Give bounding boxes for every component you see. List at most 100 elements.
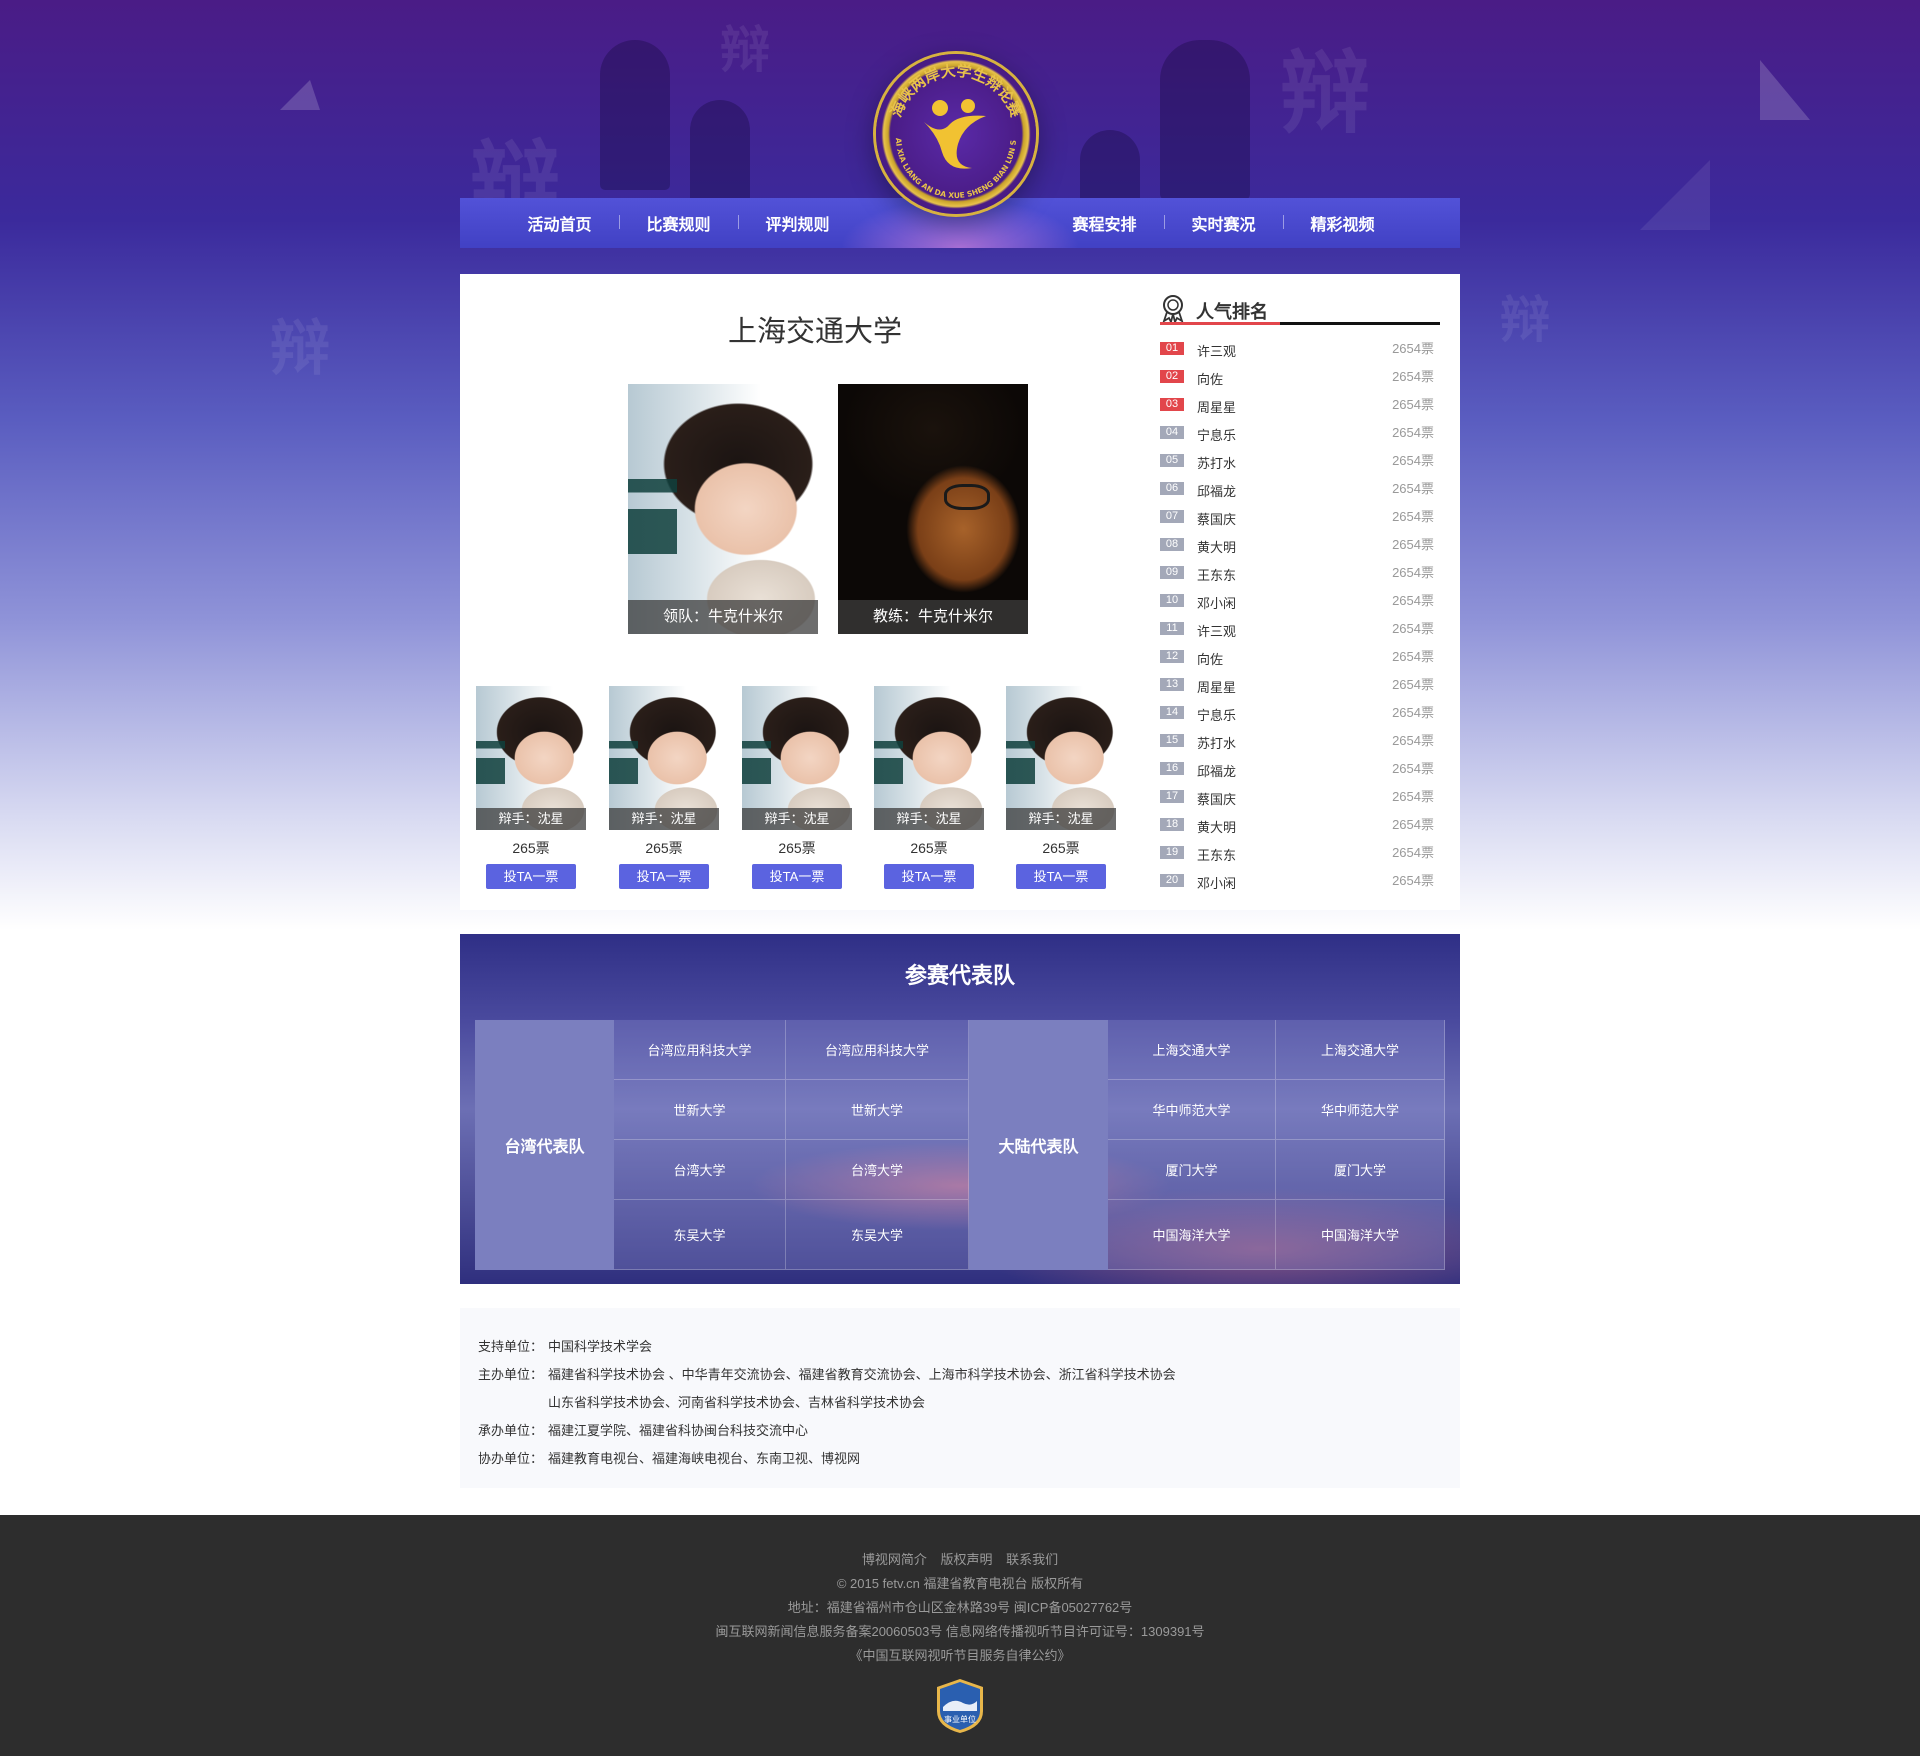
- nav-rules[interactable]: 比赛规则: [619, 211, 738, 235]
- team-cell[interactable]: 华中师范大学: [1276, 1080, 1445, 1140]
- nav-judging-rules[interactable]: 评判规则: [738, 211, 857, 235]
- bg-triangle: [1640, 160, 1710, 230]
- rank-number: 20: [1160, 874, 1184, 887]
- coach-photo[interactable]: 教练：牛克什米尔: [838, 384, 1028, 634]
- nav-live[interactable]: 实时赛况: [1164, 211, 1283, 235]
- ranking-item[interactable]: 04 宁息乐 2654票: [1160, 416, 1440, 444]
- event-logo[interactable]: 海峡两岸大学生辩论赛 HAI XIA LIANG AN DA XUE SHENG…: [876, 54, 1036, 214]
- rank-number: 15: [1160, 734, 1184, 747]
- vote-button[interactable]: 投TA一票: [884, 864, 974, 889]
- ranking-item[interactable]: 03 周星星 2654票: [1160, 388, 1440, 416]
- ranking-item[interactable]: 18 黄大明 2654票: [1160, 808, 1440, 836]
- team-cell[interactable]: 厦门大学: [1108, 1140, 1276, 1200]
- debater-figure-icon: [924, 99, 986, 169]
- team-cell[interactable]: 东吴大学: [614, 1200, 786, 1270]
- ranking-item[interactable]: 12 向佐 2654票: [1160, 640, 1440, 668]
- team-cell[interactable]: 中国海洋大学: [1108, 1200, 1276, 1270]
- team-cell[interactable]: 台湾应用科技大学: [786, 1020, 969, 1080]
- rank-name: 蔡国庆: [1197, 512, 1237, 527]
- rank-votes: 2654票: [1392, 397, 1434, 412]
- bg-glyph: 辩: [270, 314, 330, 384]
- vote-button[interactable]: 投TA一票: [486, 864, 576, 889]
- team-cell[interactable]: 上海交通大学: [1108, 1020, 1276, 1080]
- ranking-item[interactable]: 09 王东东 2654票: [1160, 556, 1440, 584]
- vote-button[interactable]: 投TA一票: [1016, 864, 1106, 889]
- rank-name: 苏打水: [1197, 736, 1237, 751]
- team-cell[interactable]: 上海交通大学: [1276, 1020, 1445, 1080]
- team-cell[interactable]: 厦门大学: [1276, 1140, 1445, 1200]
- bg-glyph: 辩: [1280, 40, 1370, 146]
- teams-grid: 台湾代表队 台湾应用科技大学 台湾应用科技大学 世新大学 世新大学 台湾大学 台…: [475, 1020, 1445, 1270]
- debater-photo[interactable]: 辩手：沈星: [742, 686, 852, 830]
- ranking-item[interactable]: 01 许三观 2654票: [1160, 332, 1440, 360]
- nav-home[interactable]: 活动首页: [500, 211, 619, 235]
- rank-name: 许三观: [1197, 624, 1237, 639]
- footer-link-copyright[interactable]: 版权声明: [940, 1552, 992, 1567]
- rank-name: 周星星: [1197, 400, 1237, 415]
- leader-photo[interactable]: 领队：牛克什米尔: [628, 384, 818, 634]
- vote-button[interactable]: 投TA一票: [752, 864, 842, 889]
- team-cell[interactable]: 台湾大学: [786, 1140, 969, 1200]
- debater-photo[interactable]: 辩手：沈星: [609, 686, 719, 830]
- ranking-item[interactable]: 02 向佐 2654票: [1160, 360, 1440, 388]
- ranking-item[interactable]: 17 蔡国庆 2654票: [1160, 780, 1440, 808]
- nav-schedule[interactable]: 赛程安排: [1045, 211, 1164, 235]
- debater-photo[interactable]: 辩手：沈星: [476, 686, 586, 830]
- debater-photo[interactable]: 辩手：沈星: [1006, 686, 1116, 830]
- team-cell[interactable]: 台湾大学: [614, 1140, 786, 1200]
- institution-badge-icon[interactable]: 事业单位: [935, 1677, 985, 1735]
- ranking-item[interactable]: 20 邓小闲 2654票: [1160, 864, 1440, 892]
- team-cell[interactable]: 华中师范大学: [1108, 1080, 1276, 1140]
- ranking-item[interactable]: 08 黄大明 2654票: [1160, 528, 1440, 556]
- debater-caption: 辩手：沈星: [1006, 808, 1116, 830]
- rank-number: 12: [1160, 650, 1184, 663]
- organizer-key: 承办单位：: [478, 1423, 544, 1438]
- assist-value: 福建教育电视台、福建海峡电视台、东南卫视、博视网: [548, 1451, 861, 1466]
- team-cell[interactable]: 世新大学: [614, 1080, 786, 1140]
- rank-name: 王东东: [1197, 848, 1237, 863]
- rank-name: 王东东: [1197, 568, 1237, 583]
- ranking-item[interactable]: 16 邱福龙 2654票: [1160, 752, 1440, 780]
- bg-figure: [1160, 40, 1250, 200]
- rank-votes: 2654票: [1392, 369, 1434, 384]
- rank-number: 19: [1160, 846, 1184, 859]
- debater-photo[interactable]: 辩手：沈星: [874, 686, 984, 830]
- vote-button[interactable]: 投TA一票: [619, 864, 709, 889]
- rank-votes: 2654票: [1392, 733, 1434, 748]
- debater-card: 辩手：沈星 265票 投TA一票: [874, 686, 984, 889]
- debater-card: 辩手：沈星 265票 投TA一票: [609, 686, 719, 889]
- bg-figure: [600, 40, 670, 190]
- rank-name: 向佐: [1197, 372, 1224, 387]
- team-cell[interactable]: 中国海洋大学: [1276, 1200, 1445, 1270]
- footer-license: 闽互联网新闻信息服务备案20060503号 信息网络传播视听节目许可证号：130…: [715, 1624, 1205, 1639]
- nav-videos[interactable]: 精彩视频: [1283, 211, 1402, 235]
- host-row: 主办单位： 福建省科学技术协会 、中华青年交流协会、福建省教育交流协会、上海市科学…: [478, 1364, 1176, 1383]
- site-footer: 博视网简介 版权声明 联系我们 © 2015 fetv.cn 福建省教育电视台 …: [0, 1515, 1920, 1756]
- ranking-item[interactable]: 14 宁息乐 2654票: [1160, 696, 1440, 724]
- rank-votes: 2654票: [1392, 509, 1434, 524]
- team-cell[interactable]: 东吴大学: [786, 1200, 969, 1270]
- ranking-item[interactable]: 19 王东东 2654票: [1160, 836, 1440, 864]
- team-cell[interactable]: 世新大学: [786, 1080, 969, 1140]
- team-cell[interactable]: 台湾应用科技大学: [614, 1020, 786, 1080]
- support-row: 支持单位： 中国科学技术学会: [478, 1336, 652, 1355]
- rank-name: 宁息乐: [1197, 708, 1237, 723]
- rank-number: 16: [1160, 762, 1184, 775]
- footer-pledge[interactable]: 《中国互联网视听节目服务自律公约》: [0, 1645, 1920, 1664]
- rank-votes: 2654票: [1392, 341, 1434, 356]
- rank-name: 许三观: [1197, 344, 1237, 359]
- ranking-item[interactable]: 10 邓小闲 2654票: [1160, 584, 1440, 612]
- footer-link-contact[interactable]: 联系我们: [1006, 1552, 1058, 1567]
- ranking-item[interactable]: 06 邱福龙 2654票: [1160, 472, 1440, 500]
- debater-card: 辩手：沈星 265票 投TA一票: [476, 686, 586, 889]
- ranking-item[interactable]: 11 许三观 2654票: [1160, 612, 1440, 640]
- ranking-item[interactable]: 07 蔡国庆 2654票: [1160, 500, 1440, 528]
- debater-card: 辩手：沈星 265票 投TA一票: [1006, 686, 1116, 889]
- ranking-item[interactable]: 13 周星星 2654票: [1160, 668, 1440, 696]
- ranking-item[interactable]: 05 苏打水 2654票: [1160, 444, 1440, 472]
- footer-link-about[interactable]: 博视网简介: [862, 1552, 927, 1567]
- footer-links: 博视网简介 版权声明 联系我们: [0, 1549, 1920, 1568]
- rank-votes: 2654票: [1392, 453, 1434, 468]
- ranking-item[interactable]: 15 苏打水 2654票: [1160, 724, 1440, 752]
- ranking-underline: [1160, 322, 1440, 325]
